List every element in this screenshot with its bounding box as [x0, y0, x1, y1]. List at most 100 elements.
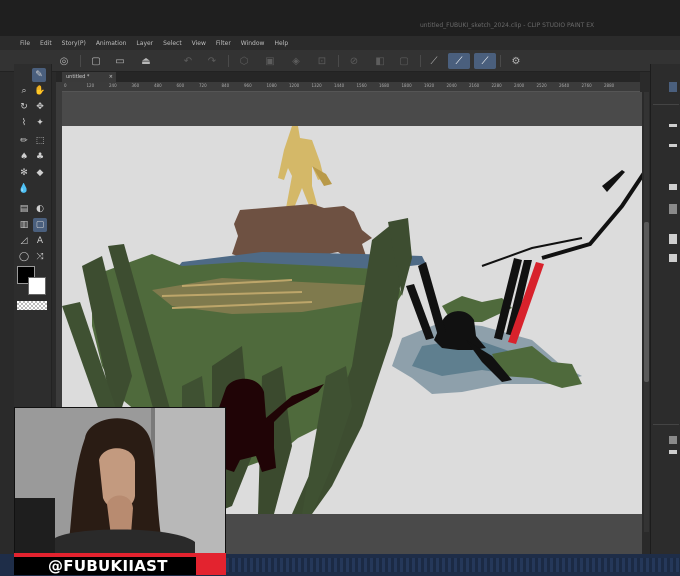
webcam-scene: [15, 408, 225, 554]
menu-select[interactable]: Select: [163, 40, 182, 47]
right-panel: [650, 64, 680, 554]
window-title: untitled_FUBUKI_sketch_2024.clip - CLIP …: [420, 22, 595, 29]
ruler-tick-label: 1440: [334, 83, 345, 88]
vertical-scrollbar[interactable]: [644, 92, 649, 532]
status-bar-pattern: [226, 558, 680, 572]
stabilization-icon[interactable]: ⟋: [474, 53, 496, 69]
document-tab[interactable]: untitled * ×: [62, 72, 116, 82]
frame-icon[interactable]: ▢: [33, 218, 47, 232]
text-icon[interactable]: A: [33, 234, 47, 248]
panel-slider[interactable]: [669, 184, 677, 190]
undo-icon[interactable]: ↶: [180, 53, 196, 69]
airbrush-icon[interactable]: ♣: [33, 150, 47, 164]
pen-pressure-icon[interactable]: ⟋: [426, 53, 442, 69]
scrollbar-thumb[interactable]: [644, 222, 649, 382]
menu-animation[interactable]: Animation: [96, 40, 127, 47]
rock-shape: [232, 204, 372, 260]
settings-icon[interactable]: ⚙: [508, 53, 524, 69]
decoration-icon[interactable]: ✻: [17, 166, 31, 180]
gradient-icon[interactable]: ◐: [33, 202, 47, 216]
streamer-handle: @FUBUKIIAST: [48, 557, 168, 575]
eraser-icon[interactable]: ◆: [33, 166, 47, 180]
navigator-icon[interactable]: ◎: [56, 53, 72, 69]
toolbar-divider: [228, 55, 229, 67]
window-titlebar: untitled_FUBUKI_sketch_2024.clip - CLIP …: [0, 0, 680, 36]
pencil-icon[interactable]: ✏: [17, 134, 31, 148]
webcam-chair: [15, 498, 55, 554]
ruler-tick-label: 840: [221, 83, 230, 88]
menu-layer[interactable]: Layer: [136, 40, 153, 47]
eyedropper-icon[interactable]: ⌇: [17, 116, 31, 130]
panel-slider[interactable]: [669, 450, 677, 454]
panel-button[interactable]: [669, 254, 677, 262]
toolbar-divider: [500, 55, 501, 67]
selection-layer-icon[interactable]: ▢: [396, 53, 412, 69]
background-color-swatch[interactable]: [28, 277, 46, 295]
banner-side-accent: [196, 557, 226, 575]
ruler-tick-label: 2040: [446, 83, 457, 88]
menu-story[interactable]: Story(P): [62, 40, 86, 47]
figure-shape: [278, 126, 324, 208]
ruler-tick-label: 2400: [514, 83, 525, 88]
panel-button[interactable]: [669, 204, 677, 214]
fill-icon[interactable]: ▤: [17, 202, 31, 216]
line-fix-icon[interactable]: ◿: [17, 234, 31, 248]
redo-icon[interactable]: ↷: [204, 53, 220, 69]
ruler-tick-label: 1680: [379, 83, 390, 88]
menu-view[interactable]: View: [192, 40, 206, 47]
new-file-icon[interactable]: ▢: [88, 53, 104, 69]
ruler-tick-label: 2160: [469, 83, 480, 88]
panel-button[interactable]: [669, 436, 677, 444]
save-icon[interactable]: ⏏: [138, 53, 154, 69]
open-file-icon[interactable]: ▭: [112, 53, 128, 69]
close-icon[interactable]: ×: [109, 72, 113, 82]
transform-icon[interactable]: ◈: [288, 53, 304, 69]
zoom-icon[interactable]: ⌕: [17, 84, 31, 98]
panel-button[interactable]: [669, 234, 677, 244]
move-icon[interactable]: ✥: [33, 100, 47, 114]
panel-slider[interactable]: [669, 144, 677, 147]
menu-edit[interactable]: Edit: [40, 40, 52, 47]
panel-divider: [653, 424, 679, 425]
ruler-tick-label: 1800: [401, 83, 412, 88]
panel-slider[interactable]: [669, 124, 677, 127]
panel-tab[interactable]: [669, 82, 677, 92]
menu-window[interactable]: Window: [241, 40, 265, 47]
figure-shadow: [312, 166, 332, 186]
command-bar: ◎ ▢ ▭ ⏏ ↶ ↷ ⬡ ▣ ◈ ⊡ ⊘ ◧ ▢ ⟋ ⟋ ⟋ ⚙: [0, 50, 680, 72]
brush-icon[interactable]: ♠: [17, 150, 31, 164]
fill-icon[interactable]: ▣: [262, 53, 278, 69]
clear-icon[interactable]: ⬡: [236, 53, 252, 69]
ruler-tick-label: 1560: [356, 83, 367, 88]
ruler-tick-label: 0: [64, 83, 67, 88]
toolbar-divider: [80, 55, 81, 67]
transparent-color-swatch[interactable]: [17, 301, 47, 310]
tool-palette: ✎ ⌕ ✋ ↻ ✥ ⌇ ✦ ✏ ⬚ ♠ ♣ ✻ ◆ 💧 ▤ ◐ ▥ ▢ ◿ A …: [14, 64, 52, 409]
ruler-tick-label: 2880: [604, 83, 615, 88]
streamer-handle-banner: @FUBUKIIAST: [14, 553, 226, 575]
hand-icon[interactable]: ✋: [33, 84, 47, 98]
menu-file[interactable]: File: [20, 40, 30, 47]
sketch-stroke: [602, 170, 625, 192]
panel-divider: [653, 104, 679, 105]
document-tab-bar: untitled * ×: [56, 72, 640, 82]
wand-icon[interactable]: ✦: [33, 116, 47, 130]
brush-size-icon[interactable]: ⟋: [448, 53, 470, 69]
ruler-tick-label: 480: [154, 83, 162, 88]
figure-icon[interactable]: ▥: [17, 218, 31, 232]
pen-icon[interactable]: ✎: [32, 68, 46, 82]
invert-selection-icon[interactable]: ◧: [372, 53, 388, 69]
deselect-icon[interactable]: ⊘: [346, 53, 362, 69]
crop-icon[interactable]: ⊡: [314, 53, 330, 69]
menu-filter[interactable]: Filter: [216, 40, 231, 47]
ruler-tick-label: 1200: [289, 83, 300, 88]
blend-icon[interactable]: 💧: [17, 182, 31, 196]
ruler-tick-label: 1080: [266, 83, 277, 88]
correct-line-icon[interactable]: ⤨: [33, 250, 47, 264]
rotate-icon[interactable]: ↻: [17, 100, 31, 114]
toolbar-divider: [420, 55, 421, 67]
ruler-tick-label: 240: [109, 83, 117, 88]
selection-icon[interactable]: ⬚: [33, 134, 47, 148]
balloon-icon[interactable]: ◯: [17, 250, 31, 264]
menu-help[interactable]: Help: [274, 40, 288, 47]
